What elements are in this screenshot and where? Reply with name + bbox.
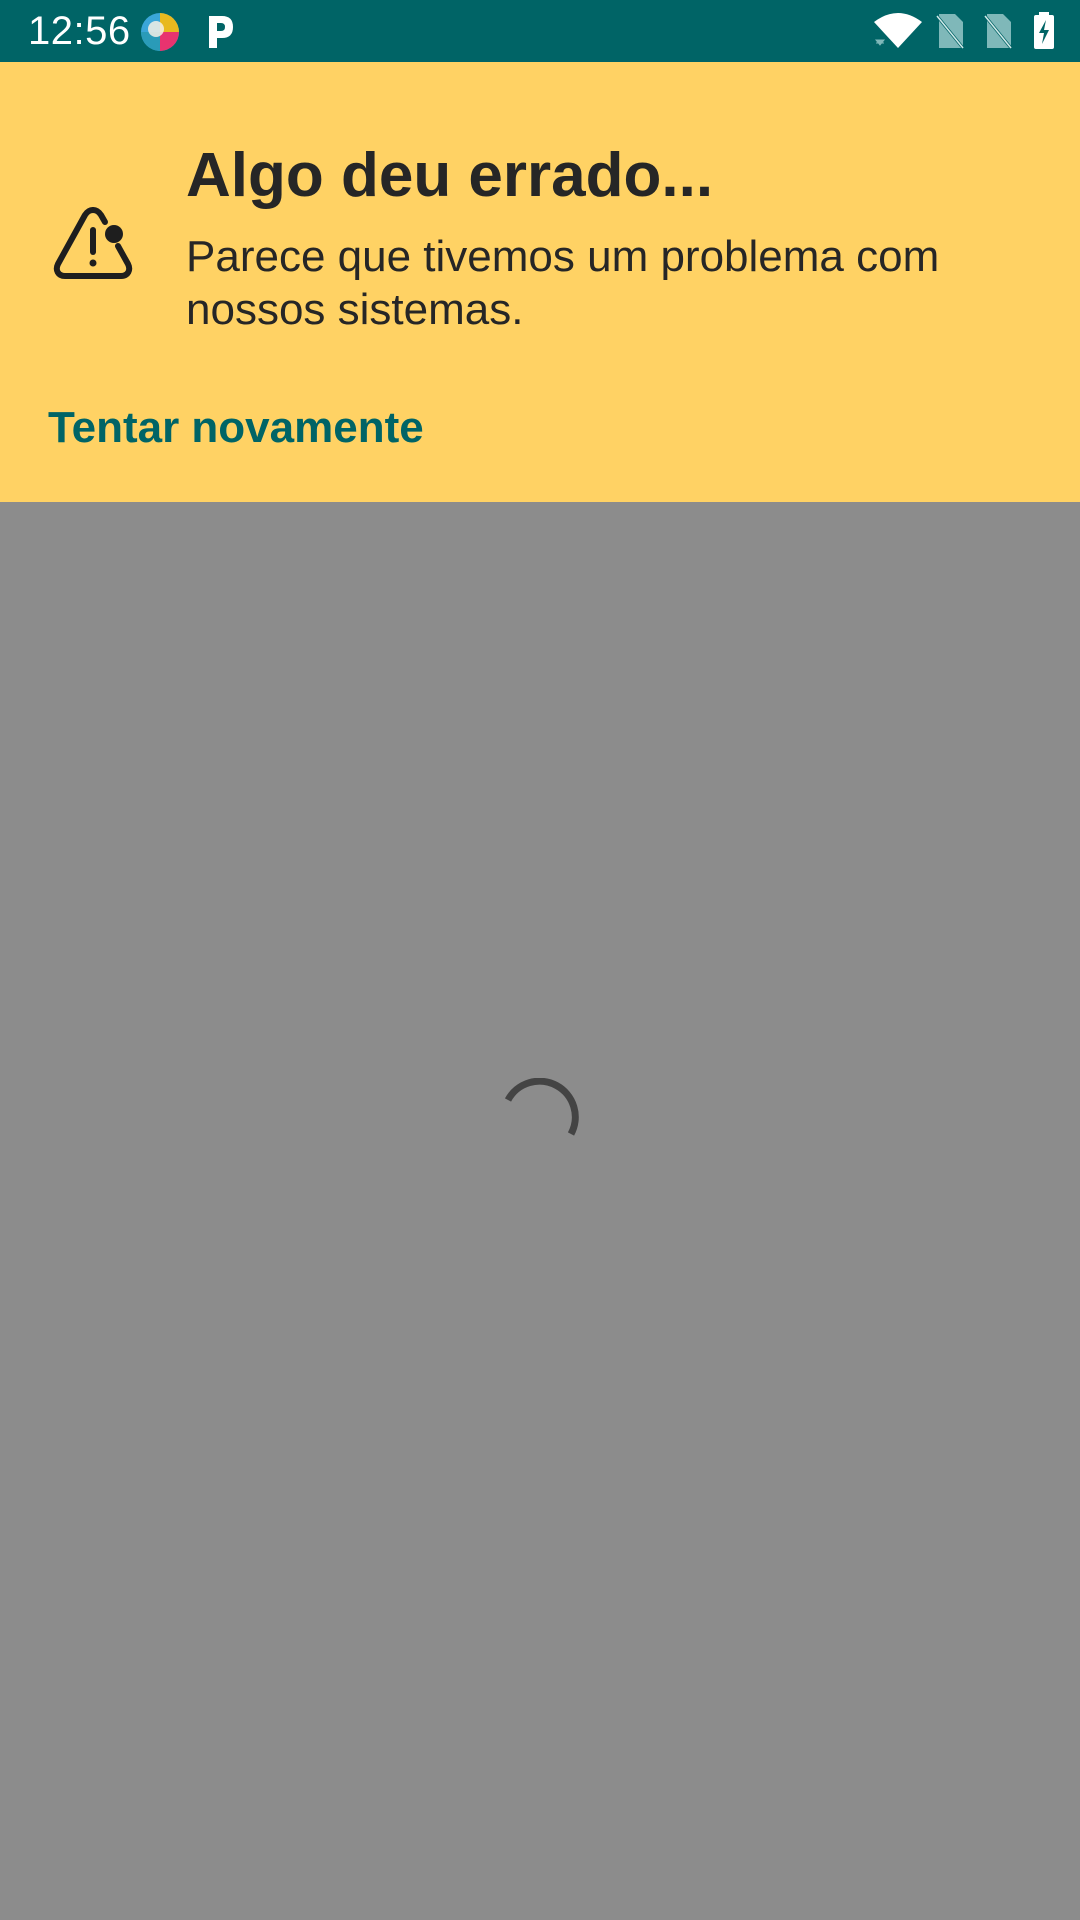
no-sim-icon	[983, 14, 1013, 49]
loading-spinner-icon	[504, 1078, 579, 1136]
colorful-app-icon	[141, 13, 179, 51]
error-message: Parece que tivemos um problema com nosso…	[186, 232, 940, 334]
retry-button[interactable]: Tentar novamente	[48, 402, 424, 454]
no-sim-icon	[935, 14, 965, 49]
status-bar: 12:56	[0, 0, 1080, 62]
p-app-icon	[209, 16, 233, 48]
status-time: 12:56	[28, 9, 131, 53]
warning-icon	[53, 207, 133, 279]
battery-charging-icon	[1034, 12, 1054, 49]
wifi-icon	[874, 13, 922, 48]
error-title: Algo deu errado...	[186, 141, 714, 210]
